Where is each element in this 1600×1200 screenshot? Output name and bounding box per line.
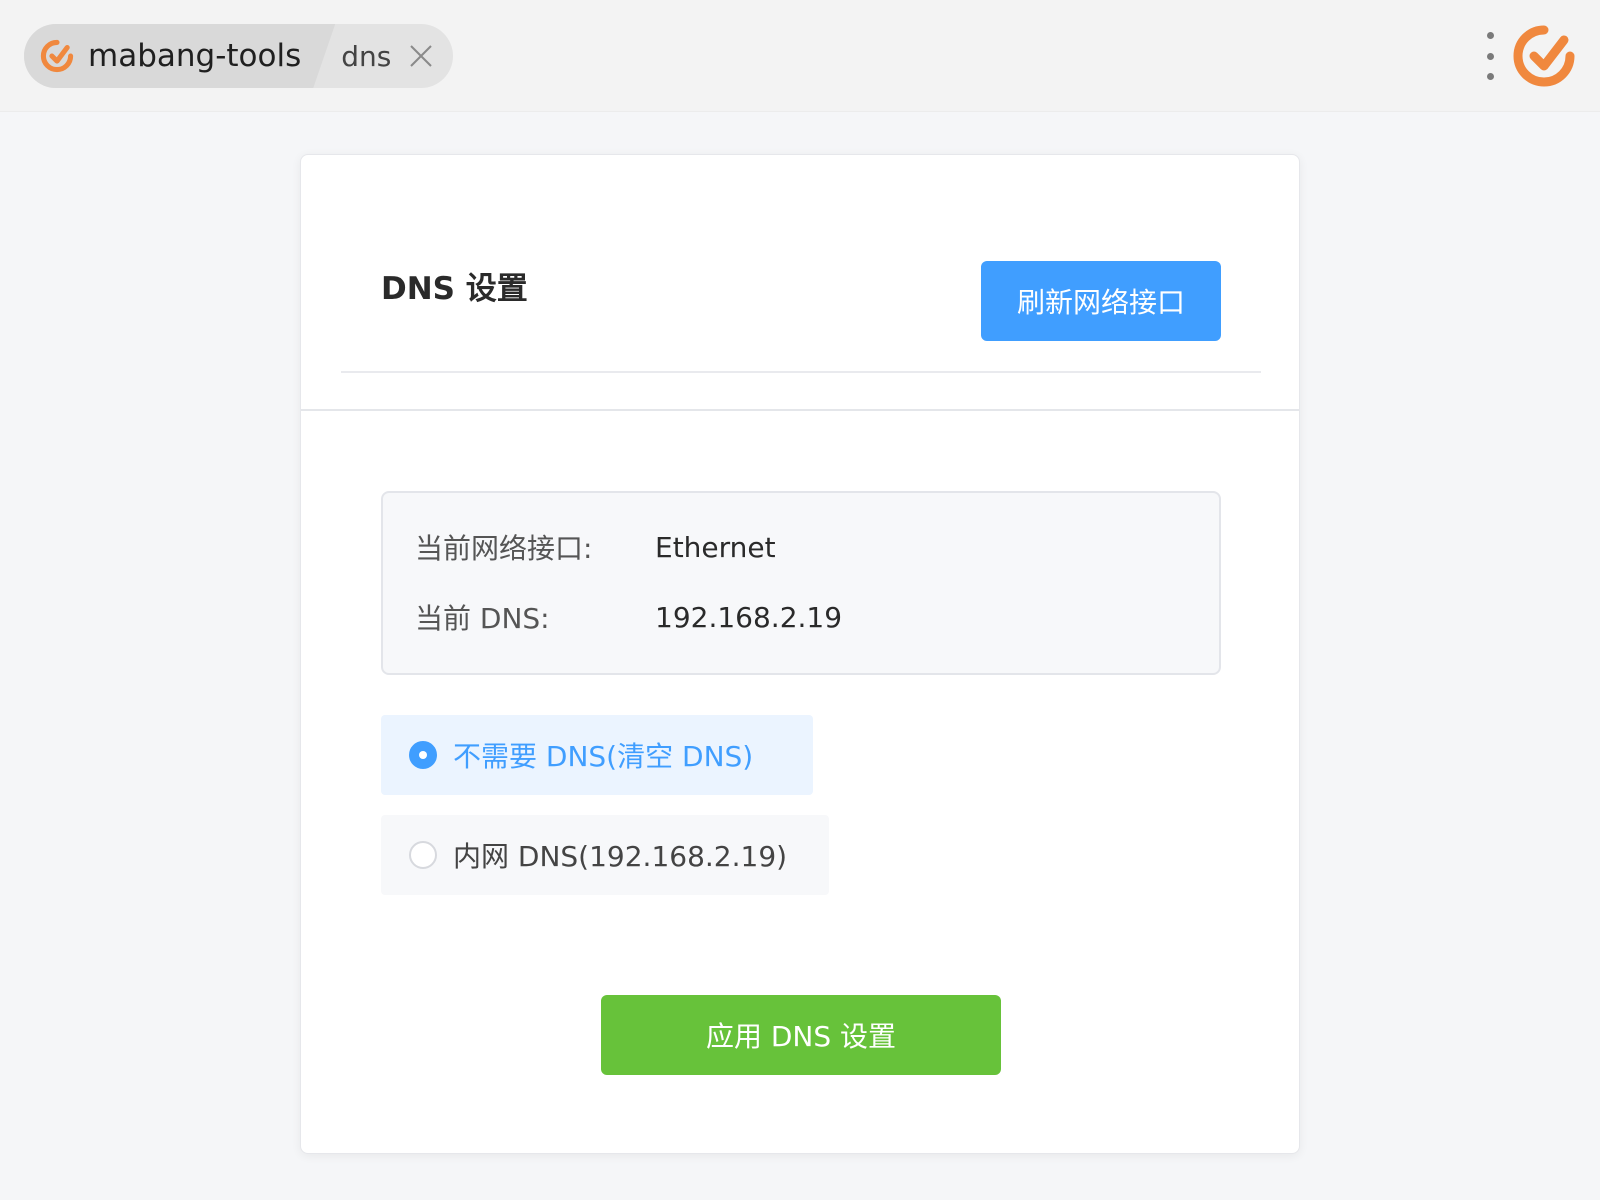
interface-value: Ethernet: [655, 530, 776, 564]
more-menu-icon[interactable]: [1480, 32, 1500, 80]
interface-row: 当前网络接口: Ethernet: [415, 527, 776, 567]
current-status-panel: 当前网络接口: Ethernet 当前 DNS: 192.168.2.19: [381, 491, 1221, 675]
section-divider: [301, 409, 1299, 411]
option-intranet-dns[interactable]: 内网 DNS(192.168.2.19): [381, 815, 829, 895]
breadcrumb: mabang-tools dns: [24, 24, 454, 88]
dns-settings-card: DNS 设置 刷新网络接口 当前网络接口: Ethernet 当前 DNS: 1…: [300, 154, 1300, 1154]
option-no-dns[interactable]: 不需要 DNS(清空 DNS): [381, 715, 813, 795]
header-divider: [341, 371, 1261, 373]
radio-unchecked-icon[interactable]: [409, 841, 437, 869]
refresh-interfaces-button[interactable]: 刷新网络接口: [981, 261, 1221, 341]
apply-dns-button[interactable]: 应用 DNS 设置: [601, 995, 1001, 1075]
page-tab[interactable]: dns: [329, 24, 453, 88]
page-name-label: dns: [341, 39, 392, 73]
close-icon[interactable]: [407, 42, 435, 70]
interface-label: 当前网络接口:: [415, 532, 593, 565]
app-tab[interactable]: mabang-tools: [24, 24, 335, 88]
dns-value: 192.168.2.19: [655, 600, 843, 634]
top-bar: mabang-tools dns: [0, 0, 1600, 112]
app-name-label: mabang-tools: [88, 38, 302, 74]
card-title: DNS 设置: [381, 271, 528, 307]
dns-row: 当前 DNS: 192.168.2.19: [415, 597, 842, 637]
app-logo-icon: [40, 39, 74, 73]
brand-logo-icon: [1513, 25, 1575, 87]
option-no-dns-label: 不需要 DNS(清空 DNS): [453, 740, 754, 773]
radio-checked-icon[interactable]: [409, 741, 437, 769]
option-intranet-dns-label: 内网 DNS(192.168.2.19): [453, 840, 788, 873]
dns-label: 当前 DNS:: [415, 602, 550, 635]
